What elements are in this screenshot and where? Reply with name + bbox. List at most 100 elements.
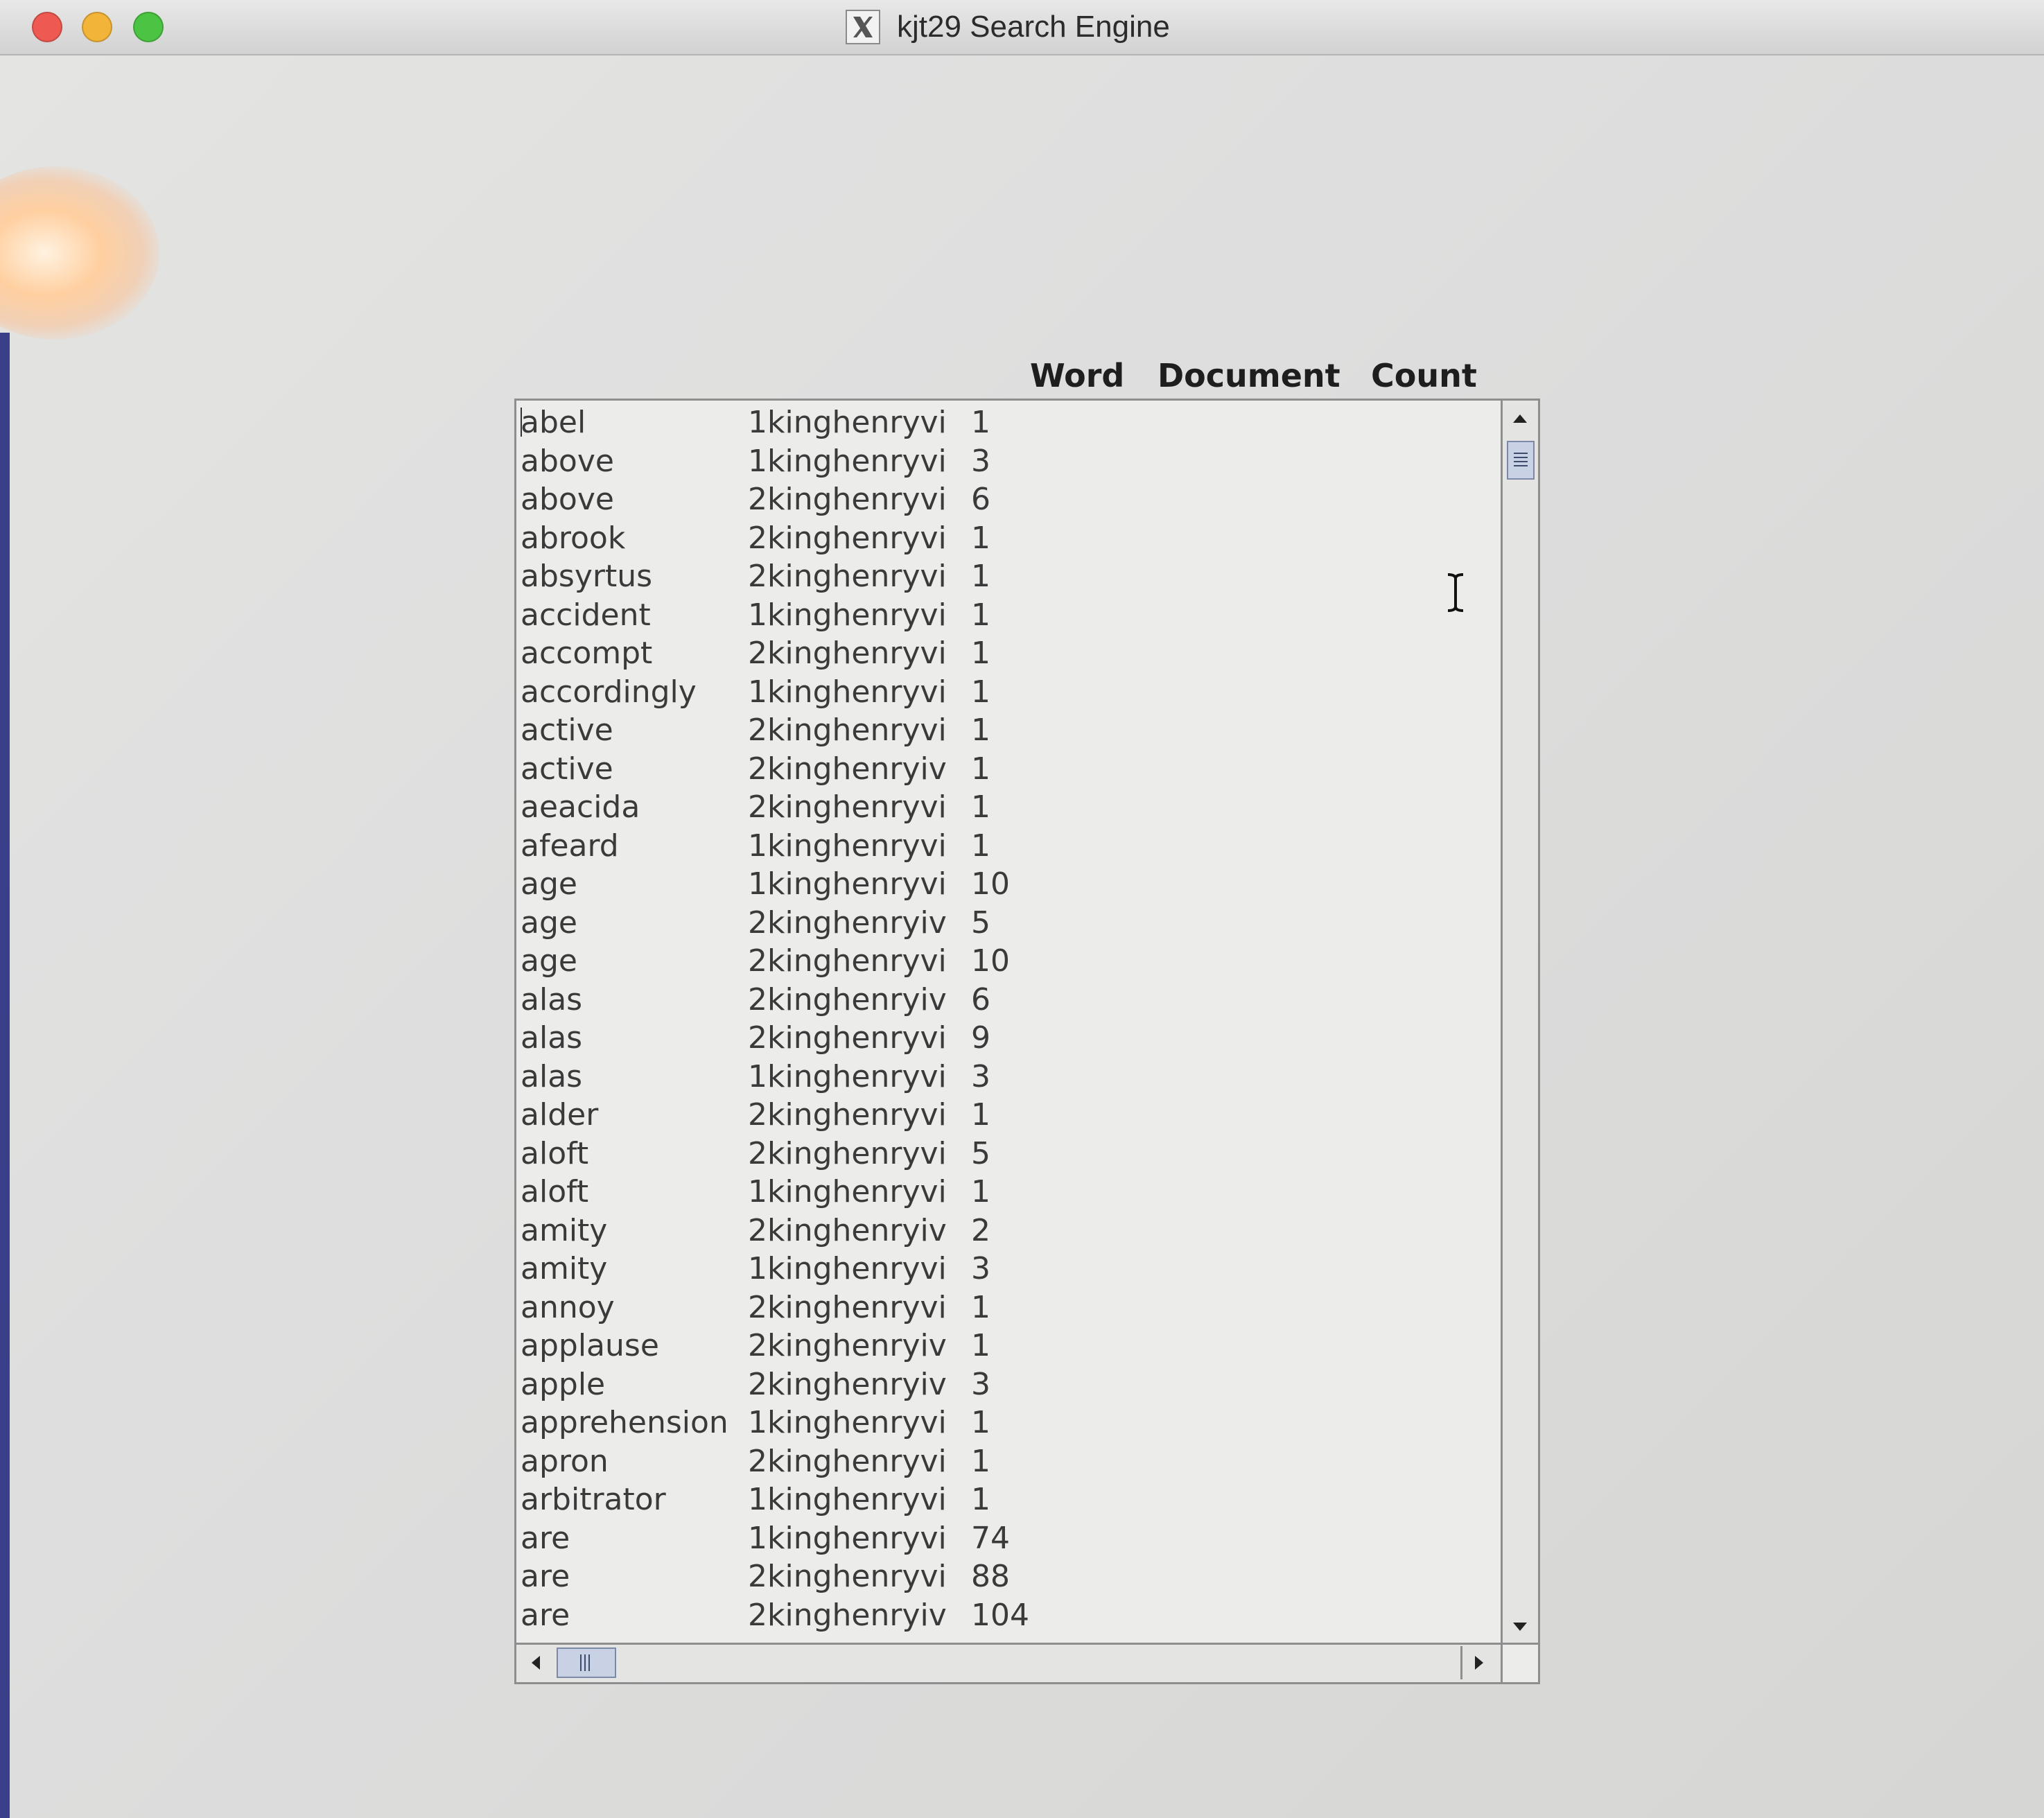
close-window-button[interactable] xyxy=(32,12,62,42)
x11-icon xyxy=(846,10,880,44)
horizontal-scrollbar[interactable] xyxy=(516,1643,1501,1682)
document-cell: 2kinghenryiv xyxy=(748,982,947,1017)
count-cell: 3 xyxy=(971,1251,990,1286)
count-cell: 1 xyxy=(971,1174,990,1209)
document-cell: 2kinghenryvi xyxy=(748,521,947,556)
scroll-left-arrow-icon[interactable] xyxy=(519,1646,552,1679)
count-cell: 3 xyxy=(971,1059,990,1094)
document-cell: 2kinghenryiv xyxy=(748,1367,947,1402)
word-cell: accident xyxy=(521,597,651,633)
word-cell: alas xyxy=(521,1020,583,1056)
scrollbar-corner xyxy=(1501,1643,1538,1682)
word-cell: abel xyxy=(521,405,586,440)
document-cell: 2kinghenryvi xyxy=(748,636,947,671)
document-cell: 1kinghenryvi xyxy=(748,1482,947,1517)
desktop-background-edge xyxy=(0,333,10,1818)
count-cell: 1 xyxy=(971,828,990,864)
word-cell: age xyxy=(521,943,577,979)
column-header-document: Document xyxy=(1158,357,1340,394)
count-cell: 2 xyxy=(971,1213,990,1248)
window-title-group: kjt29 Search Engine xyxy=(846,7,1170,47)
scroll-up-arrow-icon[interactable] xyxy=(1503,402,1537,435)
count-cell: 1 xyxy=(971,636,990,671)
word-cell: accompt xyxy=(521,636,653,671)
zoom-window-button[interactable] xyxy=(133,12,164,42)
document-cell: 2kinghenryvi xyxy=(748,1559,947,1594)
document-cell: 2kinghenryvi xyxy=(748,1020,947,1056)
count-cell: 3 xyxy=(971,1367,990,1402)
results-text-area[interactable]: abel 1kinghenryvi 1 above 1kinghenryvi 3 above… xyxy=(516,401,1501,1645)
scroll-grip-icon xyxy=(1514,453,1528,468)
count-cell: 104 xyxy=(971,1598,1029,1633)
document-cell: 2kinghenryvi xyxy=(748,1290,947,1325)
vertical-scroll-thumb[interactable] xyxy=(1507,441,1535,480)
count-cell: 1 xyxy=(971,405,990,440)
app-window: kjt29 Search Engine Word Document Count … xyxy=(0,0,2044,1818)
scroll-grip-icon xyxy=(580,1654,593,1671)
word-cell: alas xyxy=(521,1059,583,1094)
count-cell: 1 xyxy=(971,559,990,594)
count-cell: 1 xyxy=(971,1405,990,1440)
scroll-right-arrow-icon[interactable] xyxy=(1460,1646,1496,1679)
word-cell: amity xyxy=(521,1251,608,1286)
count-cell: 1 xyxy=(971,751,990,787)
document-cell: 1kinghenryvi xyxy=(748,597,947,633)
count-cell: 5 xyxy=(971,1136,990,1171)
count-cell: 6 xyxy=(971,982,990,1017)
document-cell: 1kinghenryvi xyxy=(748,1521,947,1556)
word-cell: afeard xyxy=(521,828,619,864)
word-cell: age xyxy=(521,905,577,941)
word-cell: active xyxy=(521,713,613,748)
word-cell: arbitrator xyxy=(521,1482,666,1517)
document-cell: 2kinghenryvi xyxy=(748,943,947,979)
count-cell: 1 xyxy=(971,521,990,556)
count-cell: 1 xyxy=(971,1290,990,1325)
document-cell: 2kinghenryvi xyxy=(748,1097,947,1133)
count-cell: 1 xyxy=(971,674,990,710)
word-cell: apron xyxy=(521,1444,609,1479)
window-title: kjt29 Search Engine xyxy=(897,10,1170,44)
word-cell: applause xyxy=(521,1328,659,1363)
count-cell: 1 xyxy=(971,789,990,825)
document-cell: 1kinghenryvi xyxy=(748,866,947,902)
count-cell: 3 xyxy=(971,444,990,479)
document-cell: 2kinghenryvi xyxy=(748,1444,947,1479)
word-cell: aeacida xyxy=(521,789,640,825)
ibeam-cursor-icon xyxy=(1444,572,1467,613)
count-cell: 1 xyxy=(971,1328,990,1363)
count-cell: 9 xyxy=(971,1020,990,1056)
document-cell: 1kinghenryvi xyxy=(748,1251,947,1286)
document-cell: 1kinghenryvi xyxy=(748,674,947,710)
results-list-box[interactable]: abel 1kinghenryvi 1 above 1kinghenryvi 3 above… xyxy=(514,399,1540,1684)
word-cell: above xyxy=(521,482,614,517)
vertical-scrollbar[interactable] xyxy=(1501,401,1538,1645)
word-cell: active xyxy=(521,751,613,787)
column-header-word: Word xyxy=(1030,357,1125,394)
count-cell: 74 xyxy=(971,1521,1010,1556)
count-cell: 1 xyxy=(971,1482,990,1517)
document-cell: 2kinghenryvi xyxy=(748,482,947,517)
document-cell: 2kinghenryiv xyxy=(748,751,947,787)
count-cell: 1 xyxy=(971,1444,990,1479)
word-cell: aloft xyxy=(521,1136,589,1171)
word-cell: above xyxy=(521,444,614,479)
title-bar[interactable]: kjt29 Search Engine xyxy=(0,0,2044,55)
document-cell: 1kinghenryvi xyxy=(748,1174,947,1209)
scroll-down-arrow-icon[interactable] xyxy=(1503,1610,1537,1643)
word-cell: are xyxy=(521,1559,570,1594)
document-cell: 1kinghenryvi xyxy=(748,828,947,864)
word-cell: accordingly xyxy=(521,674,697,710)
document-cell: 2kinghenryvi xyxy=(748,789,947,825)
horizontal-scroll-thumb[interactable] xyxy=(557,1647,616,1678)
document-cell: 2kinghenryvi xyxy=(748,559,947,594)
camera-glare xyxy=(0,166,159,340)
count-cell: 10 xyxy=(971,866,1010,902)
word-cell: annoy xyxy=(521,1290,615,1325)
word-cell: absyrtus xyxy=(521,559,653,594)
minimize-window-button[interactable] xyxy=(82,12,112,42)
document-cell: 2kinghenryiv xyxy=(748,1213,947,1248)
document-cell: 2kinghenryiv xyxy=(748,1598,947,1633)
document-cell: 2kinghenryiv xyxy=(748,1328,947,1363)
document-cell: 1kinghenryvi xyxy=(748,1405,947,1440)
word-cell: are xyxy=(521,1598,570,1633)
